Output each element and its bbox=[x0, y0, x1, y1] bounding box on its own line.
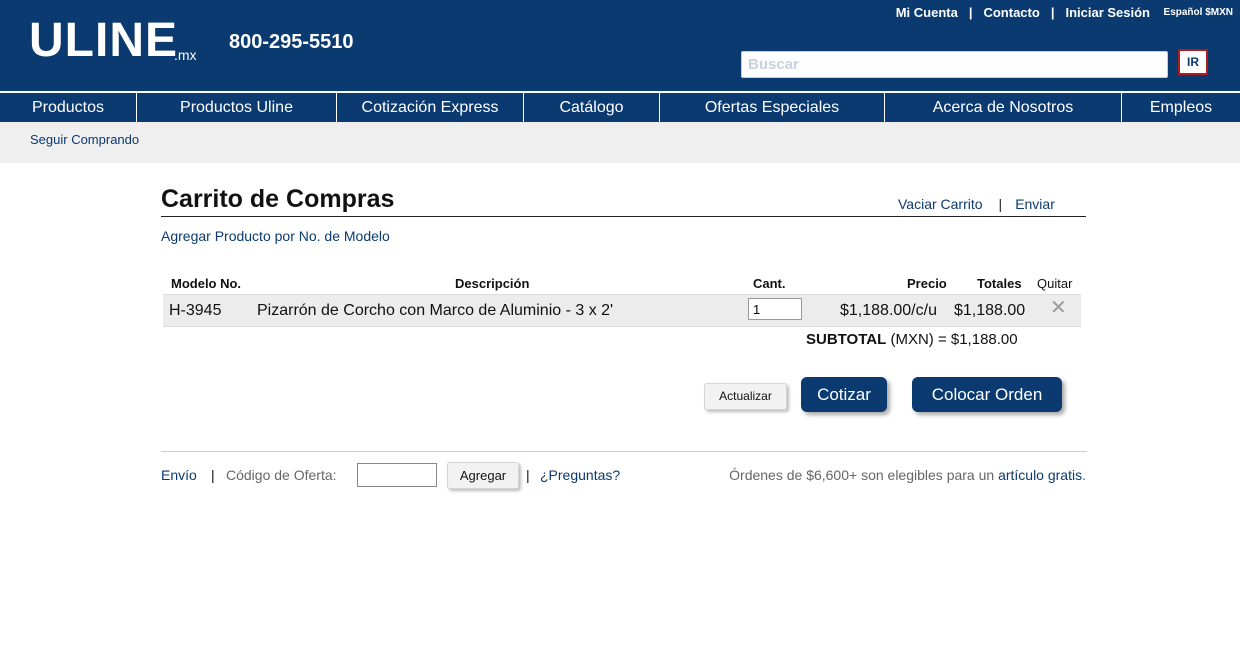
send-cart-link[interactable]: Enviar bbox=[1015, 196, 1055, 212]
main-nav: Productos Productos Uline Cotización Exp… bbox=[0, 93, 1240, 122]
item-price: $1,188.00/c/u bbox=[840, 302, 937, 319]
sign-in-link[interactable]: Iniciar Sesión bbox=[1065, 5, 1150, 20]
free-item-link[interactable]: artículo gratis bbox=[998, 467, 1082, 483]
item-total: $1,188.00 bbox=[954, 302, 1026, 319]
subtotal-currency: (MXN) = bbox=[890, 331, 947, 348]
separator: | bbox=[211, 467, 215, 483]
title-divider bbox=[161, 216, 1086, 217]
subtotal-label: SUBTOTAL bbox=[806, 331, 887, 348]
nav-item-ofertas-especiales[interactable]: Ofertas Especiales bbox=[660, 93, 885, 122]
quote-button[interactable]: Cotizar bbox=[801, 377, 887, 412]
remove-item-icon[interactable]: ✕ bbox=[1050, 298, 1067, 318]
continue-shopping-link[interactable]: Seguir Comprando bbox=[30, 132, 139, 147]
separator: | bbox=[526, 467, 530, 483]
shipping-link[interactable]: Envío bbox=[161, 467, 197, 483]
breadcrumb: Seguir Comprando bbox=[0, 122, 1240, 163]
promo-text: Órdenes de $6,600+ son elegibles para un bbox=[729, 467, 995, 483]
uline-logo[interactable]: ULINE bbox=[29, 12, 178, 70]
subtotal-value: $1,188.00 bbox=[950, 331, 1018, 348]
nav-item-productos[interactable]: Productos bbox=[0, 93, 137, 122]
column-header-description: Descripción bbox=[455, 276, 530, 291]
nav-item-empleos[interactable]: Empleos bbox=[1122, 93, 1240, 122]
column-header-remove: Quitar bbox=[1037, 276, 1073, 291]
contact-link[interactable]: Contacto bbox=[983, 5, 1039, 20]
add-by-model-link[interactable]: Agregar Producto por No. de Modelo bbox=[161, 228, 390, 244]
locale-selector[interactable]: Español $MXN bbox=[1164, 7, 1233, 18]
column-header-totals: Totales bbox=[977, 276, 1022, 291]
questions-link[interactable]: ¿Preguntas? bbox=[540, 467, 620, 483]
place-order-button[interactable]: Colocar Orden bbox=[912, 377, 1062, 412]
item-description[interactable]: Pizarrón de Corcho con Marco de Aluminio… bbox=[257, 302, 613, 320]
quantity-input[interactable] bbox=[748, 298, 802, 320]
promo-end: . bbox=[1082, 467, 1086, 483]
separator: | bbox=[1050, 5, 1055, 20]
search-input[interactable] bbox=[741, 51, 1168, 78]
separator: | bbox=[998, 196, 1003, 212]
footer-divider bbox=[161, 451, 1087, 452]
free-item-promo: Órdenes de $6,600+ son elegibles para un… bbox=[729, 467, 1086, 483]
nav-item-cotizacion-express[interactable]: Cotización Express bbox=[337, 93, 524, 122]
column-header-price: Precio bbox=[907, 276, 947, 291]
phone-number: 800-295-5510 bbox=[229, 31, 354, 53]
column-header-qty: Cant. bbox=[753, 276, 786, 291]
offer-code-input[interactable] bbox=[357, 463, 437, 487]
offer-code-label: Código de Oferta: bbox=[226, 467, 337, 483]
item-model: H-3945 bbox=[169, 302, 222, 319]
my-account-link[interactable]: Mi Cuenta bbox=[896, 5, 958, 20]
search-go-button[interactable]: IR bbox=[1178, 49, 1208, 75]
add-offer-button[interactable]: Agregar bbox=[447, 462, 519, 489]
nav-item-acerca[interactable]: Acerca de Nosotros bbox=[885, 93, 1122, 122]
separator: | bbox=[968, 5, 973, 20]
column-header-model: Modelo No. bbox=[171, 276, 242, 291]
logo-suffix: .mx bbox=[174, 47, 197, 63]
site-header: ULINE .mx 800-295-5510 Mi Cuenta | Conta… bbox=[0, 0, 1240, 91]
update-button[interactable]: Actualizar bbox=[704, 383, 787, 410]
cart-actions: Vaciar Carrito | Enviar bbox=[898, 196, 1055, 212]
empty-cart-link[interactable]: Vaciar Carrito bbox=[898, 196, 983, 212]
nav-item-productos-uline[interactable]: Productos Uline bbox=[137, 93, 337, 122]
page-title: Carrito de Compras bbox=[161, 185, 395, 213]
subtotal: SUBTOTAL (MXN) = $1,188.00 bbox=[806, 331, 1018, 348]
nav-item-catalogo[interactable]: Catálogo bbox=[524, 93, 660, 122]
top-links: Mi Cuenta | Contacto | Iniciar Sesión bbox=[896, 5, 1150, 20]
